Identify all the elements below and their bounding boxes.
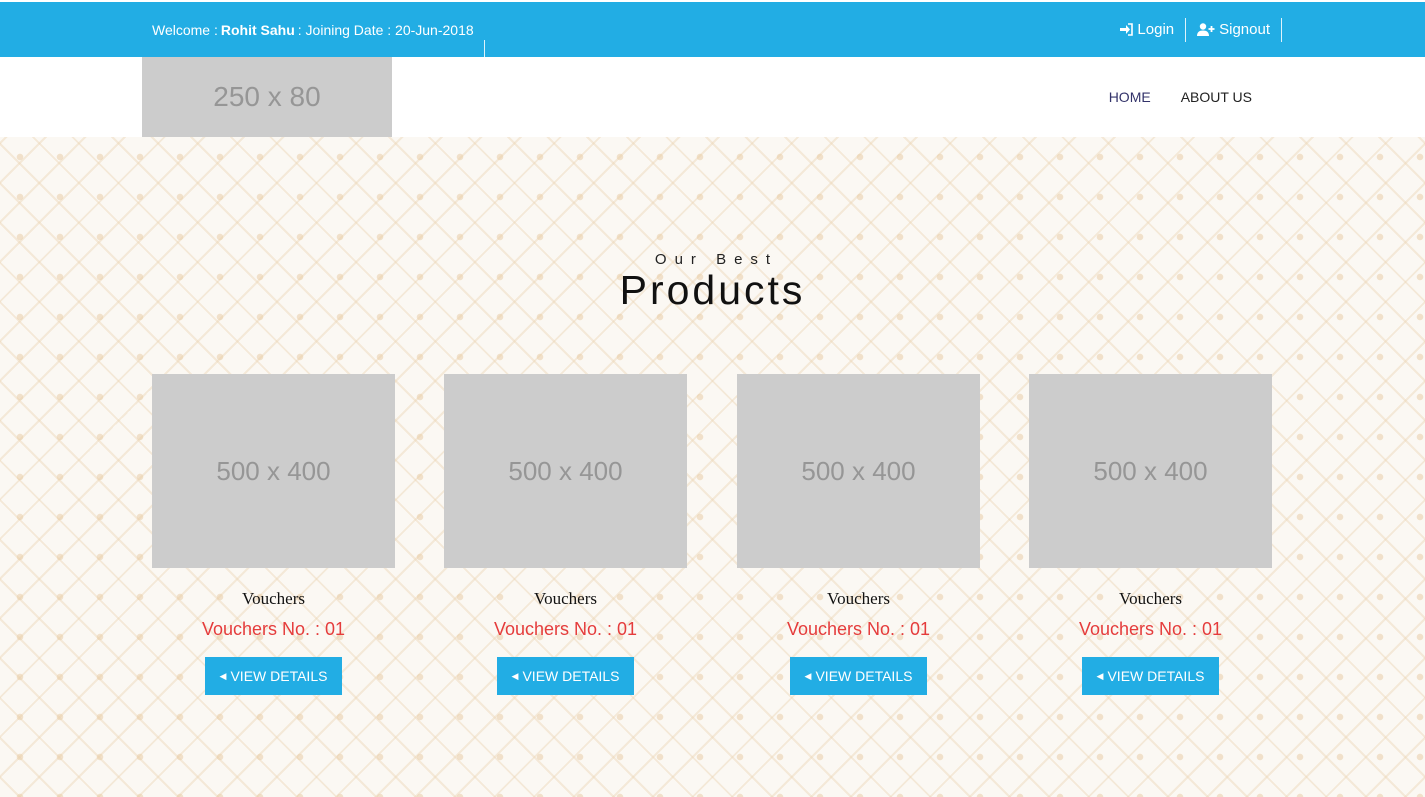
voucher-number: Vouchers No. : 01 <box>493 619 638 639</box>
product-title: Vouchers <box>827 589 890 608</box>
voucher-number: Vouchers No. : 01 <box>201 619 346 639</box>
button-label: VIEW DETAILS <box>815 668 913 684</box>
product-image[interactable]: 500 x 400 <box>737 374 980 568</box>
product-image[interactable]: 500 x 400 <box>1029 374 1272 568</box>
product-title: Vouchers <box>1119 589 1182 608</box>
caret-left-icon: ◀ <box>1096 670 1104 681</box>
product-image[interactable]: 500 x 400 <box>152 374 395 568</box>
user-name: Rohit Sahu <box>220 21 295 38</box>
voucher-number: Vouchers No. : 01 <box>786 619 931 639</box>
nav-home[interactable]: HOME <box>1109 89 1151 105</box>
main-navbar: 250 x 80 HOME ABOUT US <box>0 57 1425 137</box>
joining-date: : Joining Date : 20-Jun-2018 <box>297 21 474 38</box>
login-label: Login <box>1137 21 1175 38</box>
product-card: 500 x 400 Vouchers Vouchers No. : 01 ◀ V… <box>152 374 395 695</box>
logo-placeholder[interactable]: 250 x 80 <box>142 57 392 137</box>
voucher-number: Vouchers No. : 01 <box>1078 619 1223 639</box>
section-subtitle: Our Best <box>654 251 779 268</box>
button-label: VIEW DETAILS <box>1107 668 1205 684</box>
product-image[interactable]: 500 x 400 <box>444 374 687 568</box>
product-card: 500 x 400 Vouchers Vouchers No. : 01 ◀ V… <box>1029 374 1272 695</box>
product-card: 500 x 400 Vouchers Vouchers No. : 01 ◀ V… <box>737 374 980 695</box>
product-title: Vouchers <box>534 589 597 608</box>
products-section: Our Best Products 500 x 400 Vouchers Vou… <box>0 137 1425 797</box>
signout-label: Signout <box>1219 21 1270 38</box>
sign-in-icon <box>1120 23 1134 36</box>
login-link[interactable]: Login <box>1119 17 1187 42</box>
top-bar: Welcome : Rohit Sahu : Joining Date : 20… <box>0 2 1425 62</box>
user-plus-icon <box>1197 23 1215 36</box>
auth-links: Login Signout <box>1119 2 1282 57</box>
view-details-button[interactable]: ◀ VIEW DETAILS <box>790 657 927 695</box>
product-card: 500 x 400 Vouchers Vouchers No. : 01 ◀ V… <box>444 374 687 695</box>
product-title: Vouchers <box>242 589 305 608</box>
nav-about-us[interactable]: ABOUT US <box>1181 89 1252 105</box>
signout-link[interactable]: Signout <box>1186 17 1282 42</box>
button-label: VIEW DETAILS <box>230 668 328 684</box>
button-label: VIEW DETAILS <box>522 668 620 684</box>
main-menu: HOME ABOUT US <box>1079 57 1252 137</box>
welcome-prefix: Welcome : <box>152 21 218 38</box>
view-details-button[interactable]: ◀ VIEW DETAILS <box>1082 657 1219 695</box>
view-details-button[interactable]: ◀ VIEW DETAILS <box>205 657 342 695</box>
caret-left-icon: ◀ <box>219 670 227 681</box>
caret-left-icon: ◀ <box>804 670 812 681</box>
section-title: Products <box>619 267 806 313</box>
welcome-info: Welcome : Rohit Sahu : Joining Date : 20… <box>152 2 485 62</box>
view-details-button[interactable]: ◀ VIEW DETAILS <box>497 657 634 695</box>
caret-left-icon: ◀ <box>511 670 519 681</box>
